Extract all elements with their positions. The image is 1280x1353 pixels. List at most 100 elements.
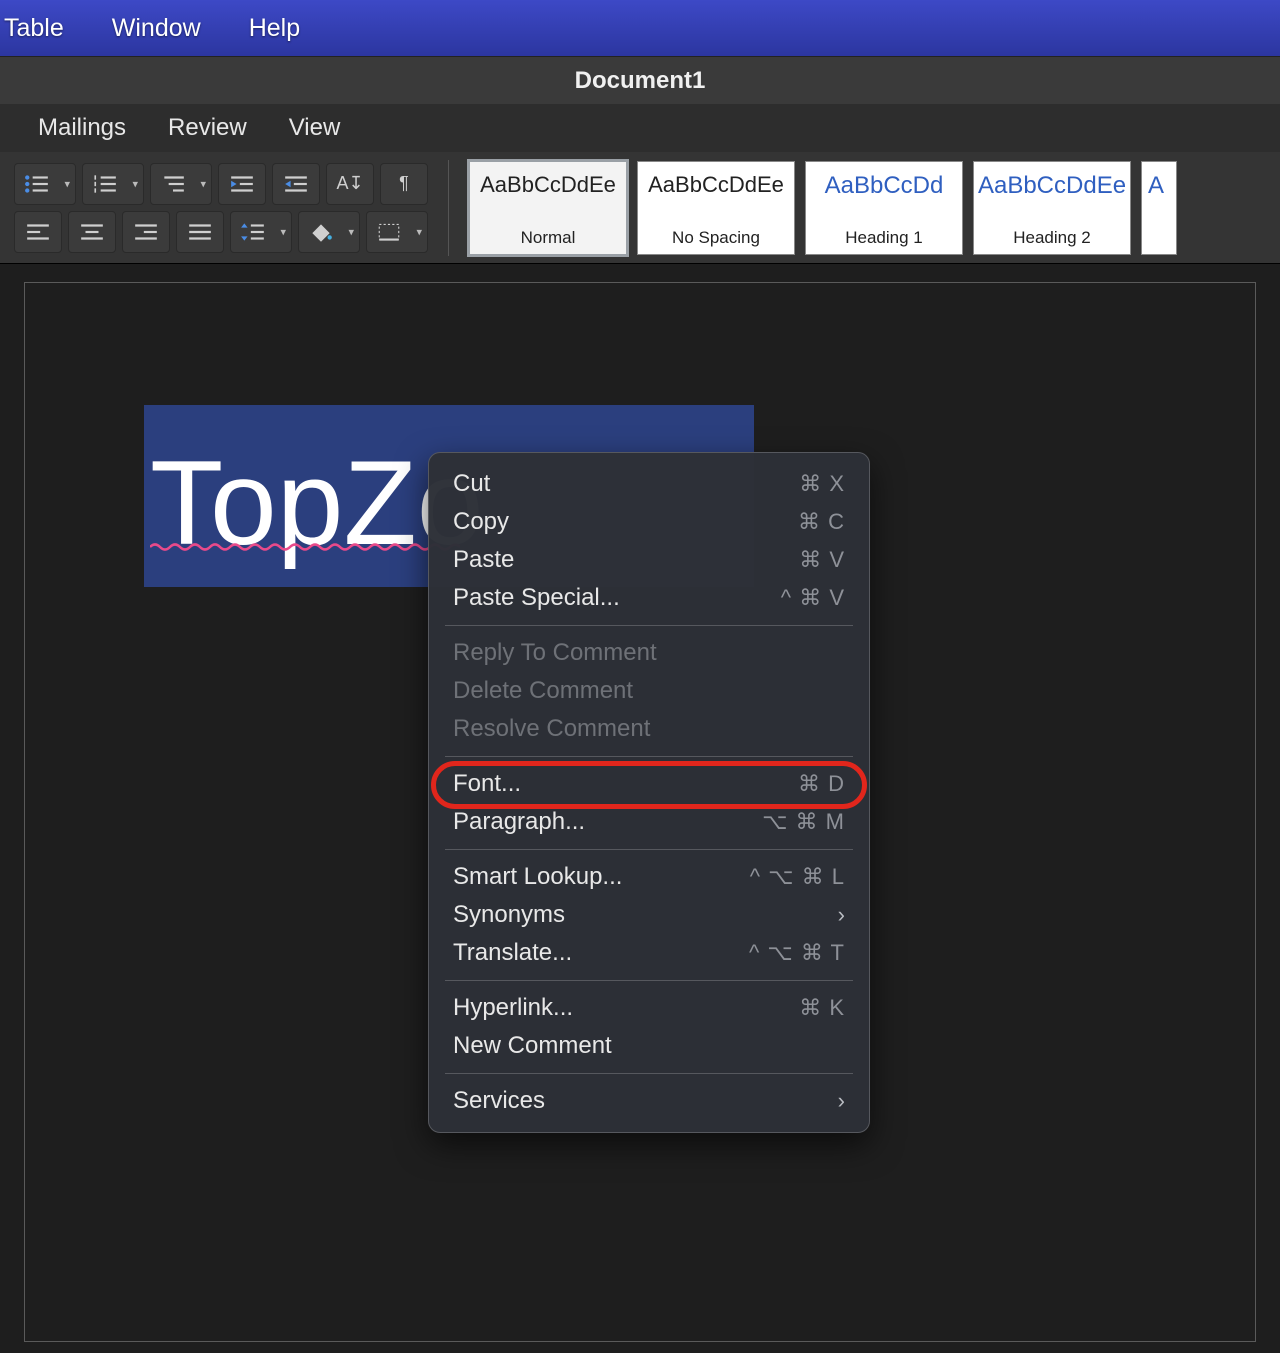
styles-gallery: AaBbCcDdEe Normal AaBbCcDdEe No Spacing … (469, 161, 1177, 255)
menu-label: Paragraph... (453, 808, 585, 836)
menu-shortcut: ^ ⌘ V (781, 585, 845, 611)
chevron-right-icon: › (838, 1088, 845, 1114)
menu-item-translate[interactable]: Translate... ^ ⌥ ⌘ T (429, 934, 869, 972)
menu-label: Paste Special... (453, 584, 620, 612)
menu-item-hyperlink[interactable]: Hyperlink... ⌘ K (429, 989, 869, 1027)
show-marks-button[interactable]: ¶ (380, 163, 428, 205)
align-center-button[interactable] (68, 211, 116, 253)
window-titlebar: Document1 (0, 56, 1280, 104)
context-menu: Cut ⌘ X Copy ⌘ C Paste ⌘ V Paste Special… (428, 452, 870, 1133)
menu-item-resolve-comment: Resolve Comment (429, 710, 869, 748)
style-sample: AaBbCcDdEe (648, 172, 784, 198)
borders-button[interactable] (366, 211, 428, 253)
decrease-indent-button[interactable] (218, 163, 266, 205)
menu-shortcut: ⌘ K (799, 995, 845, 1021)
menu-label: Cut (453, 470, 490, 498)
menu-separator (445, 849, 853, 850)
numbering-icon (92, 174, 118, 194)
menu-separator (445, 980, 853, 981)
menu-item-services[interactable]: Services › (429, 1082, 869, 1120)
shading-button[interactable] (298, 211, 360, 253)
style-label: No Spacing (672, 228, 760, 248)
align-left-icon (25, 222, 51, 242)
tab-mailings[interactable]: Mailings (38, 114, 126, 142)
sort-icon: A↧ (336, 173, 363, 194)
menu-shortcut: ⌘ C (798, 509, 845, 535)
style-label: Normal (521, 228, 576, 248)
style-heading-1[interactable]: AaBbCcDd Heading 1 (805, 161, 963, 255)
menu-item-delete-comment: Delete Comment (429, 672, 869, 710)
menu-item-paste[interactable]: Paste ⌘ V (429, 541, 869, 579)
line-spacing-button[interactable] (230, 211, 292, 253)
menu-label: Paste (453, 546, 514, 574)
system-menubar: Table Window Help (0, 0, 1280, 56)
style-sample: A (1148, 172, 1164, 200)
pilcrow-icon: ¶ (399, 173, 409, 194)
style-heading-3-partial[interactable]: A (1141, 161, 1177, 255)
decrease-indent-icon (229, 174, 255, 194)
menu-item-font[interactable]: Font... ⌘ D (429, 765, 869, 803)
align-center-icon (79, 222, 105, 242)
menu-label: Translate... (453, 939, 572, 967)
menu-label: Font... (453, 770, 521, 798)
borders-icon (376, 222, 402, 242)
menu-separator (445, 756, 853, 757)
spellcheck-underline (150, 539, 460, 549)
sort-button[interactable]: A↧ (326, 163, 374, 205)
ribbon: A↧ ¶ (0, 152, 1280, 264)
menu-item-cut[interactable]: Cut ⌘ X (429, 465, 869, 503)
bullets-icon (24, 174, 50, 194)
menu-shortcut: ⌥ ⌘ M (762, 809, 845, 835)
menu-item-new-comment[interactable]: New Comment (429, 1027, 869, 1065)
menu-label: Resolve Comment (453, 715, 650, 743)
style-label: Heading 2 (1013, 228, 1091, 248)
multilevel-list-button[interactable] (150, 163, 212, 205)
increase-indent-button[interactable] (272, 163, 320, 205)
menu-shortcut: ⌘ D (798, 771, 845, 797)
tab-review[interactable]: Review (168, 114, 247, 142)
menu-help[interactable]: Help (249, 14, 300, 43)
menu-item-reply-comment: Reply To Comment (429, 634, 869, 672)
ribbon-tabs: Mailings Review View (0, 104, 1280, 152)
menu-label: Delete Comment (453, 677, 633, 705)
justify-button[interactable] (176, 211, 224, 253)
menu-window[interactable]: Window (112, 14, 201, 43)
chevron-right-icon: › (838, 902, 845, 928)
numbering-button[interactable] (82, 163, 144, 205)
style-sample: AaBbCcDdEe (480, 172, 616, 198)
menu-item-paragraph[interactable]: Paragraph... ⌥ ⌘ M (429, 803, 869, 841)
menu-separator (445, 625, 853, 626)
multilevel-list-icon (160, 174, 186, 194)
menu-item-smart-lookup[interactable]: Smart Lookup... ^ ⌥ ⌘ L (429, 858, 869, 896)
line-spacing-icon (240, 222, 266, 242)
menu-item-synonyms[interactable]: Synonyms › (429, 896, 869, 934)
menu-shortcut: ⌘ V (799, 547, 845, 573)
menu-label: Smart Lookup... (453, 863, 622, 891)
style-label: Heading 1 (845, 228, 923, 248)
menu-label: Synonyms (453, 901, 565, 929)
style-normal[interactable]: AaBbCcDdEe Normal (469, 161, 627, 255)
paint-bucket-icon (308, 222, 334, 242)
increase-indent-icon (283, 174, 309, 194)
menu-separator (445, 1073, 853, 1074)
menu-shortcut: ^ ⌥ ⌘ T (749, 940, 845, 966)
style-sample: AaBbCcDdEe (978, 172, 1126, 200)
bullets-button[interactable] (14, 163, 76, 205)
justify-icon (187, 222, 213, 242)
align-left-button[interactable] (14, 211, 62, 253)
menu-label: Services (453, 1087, 545, 1115)
style-heading-2[interactable]: AaBbCcDdEe Heading 2 (973, 161, 1131, 255)
align-right-icon (133, 222, 159, 242)
align-right-button[interactable] (122, 211, 170, 253)
menu-item-copy[interactable]: Copy ⌘ C (429, 503, 869, 541)
menu-label: Reply To Comment (453, 639, 657, 667)
menu-label: Copy (453, 508, 509, 536)
menu-label: New Comment (453, 1032, 612, 1060)
menu-item-paste-special[interactable]: Paste Special... ^ ⌘ V (429, 579, 869, 617)
document-title: Document1 (575, 67, 706, 95)
menu-shortcut: ^ ⌥ ⌘ L (750, 864, 845, 890)
menu-table[interactable]: Table (4, 14, 64, 43)
tab-view[interactable]: View (289, 114, 341, 142)
paragraph-group: A↧ ¶ (14, 163, 428, 253)
style-no-spacing[interactable]: AaBbCcDdEe No Spacing (637, 161, 795, 255)
